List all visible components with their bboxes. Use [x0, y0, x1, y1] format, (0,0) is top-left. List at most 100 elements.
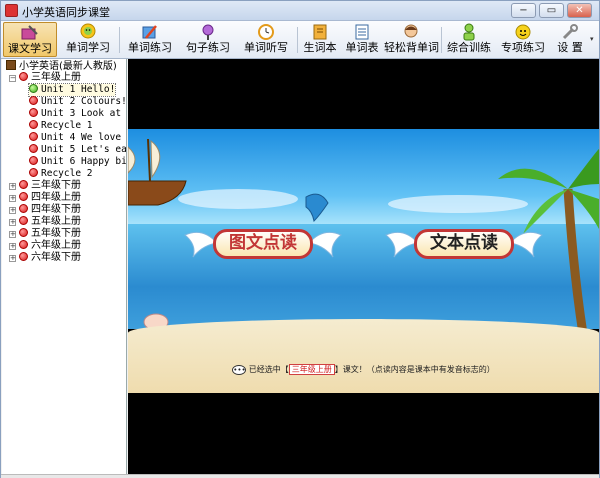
selection-status: ••• 已经选中【 三年级上册 】课文！（点读内容是课本中有发音标志的） — [128, 364, 599, 375]
expand-toggle-icon[interactable]: + — [9, 195, 16, 202]
sand-background — [128, 319, 599, 393]
toolbar-lesson-study[interactable]: 课文学习 — [3, 22, 57, 57]
toolbar-label: 单词学习 — [66, 41, 110, 54]
tree-node-label: Unit 5 Let's eat — [41, 144, 127, 155]
tree-grade-4a[interactable]: 四年级上册 — [19, 192, 81, 204]
tree-node-label: 四年级下册 — [31, 204, 81, 215]
toolbar-comprehensive-training[interactable]: 综合训练 — [444, 22, 494, 57]
person-icon — [463, 23, 475, 41]
unit-ball-icon — [29, 168, 38, 177]
text-reading-button[interactable]: 文本点读 — [414, 229, 514, 259]
book-pen-icon — [21, 25, 38, 40]
expand-toggle-icon[interactable]: + — [9, 231, 16, 238]
tree-node-label: Recycle 1 — [41, 120, 93, 131]
toolbar-label: 生词本 — [303, 41, 337, 54]
unit-ball-icon — [29, 96, 38, 105]
tree-node-label: 五年级下册 — [31, 228, 81, 239]
dolphin-icon — [305, 193, 329, 223]
toolbar-word-list[interactable]: 单词表 — [342, 22, 382, 57]
toolbar-label: 轻松背单词 — [384, 41, 439, 54]
tree-grade-3b[interactable]: 三年级下册 — [19, 180, 81, 192]
app-logo-icon — [5, 4, 18, 17]
window-title: 小学英语同步课堂 — [22, 6, 110, 19]
tree-node-label: 三年级下册 — [31, 180, 81, 191]
tree-node-label: Unit 2 Colours! — [41, 96, 127, 107]
beach-scene: 图文点读 文本点读 ••• 已经选中【 三年级上册 】课文！（点读内容是课本中有发音… — [128, 129, 599, 393]
tree-node-label: Unit 6 Happy bir — [41, 156, 127, 167]
minimize-button[interactable]: − — [511, 3, 536, 18]
expand-toggle-icon[interactable]: + — [9, 219, 16, 226]
unit-ball-icon — [29, 132, 38, 141]
tree-unit-1[interactable]: Unit 1 Hello! — [27, 83, 117, 97]
toolbar-overflow-icon[interactable]: ▾ — [590, 35, 594, 43]
tree-unit-3[interactable]: Unit 3 Look at m — [29, 108, 127, 120]
toolbar-divider — [297, 27, 298, 53]
tree-grade-6a[interactable]: 六年级上册 — [19, 240, 81, 252]
trophy-face-icon — [515, 24, 531, 40]
tree-grade-3a[interactable]: 三年级上册 — [19, 72, 81, 84]
unit-ball-icon — [29, 156, 38, 165]
tree-unit-2[interactable]: Unit 2 Colours! — [29, 96, 127, 108]
selected-ball-icon — [29, 84, 38, 93]
tree-node-label: Unit 4 We love a — [41, 132, 127, 143]
flower-face-icon — [80, 23, 96, 39]
toolbar-label: 专项练习 — [501, 41, 545, 54]
tree-node-label: 五年级上册 — [31, 216, 81, 227]
tree-unit-6[interactable]: Unit 6 Happy bir — [29, 156, 127, 168]
toolbar-label: 句子练习 — [186, 41, 230, 54]
toolbar-word-study[interactable]: 单词学习 — [61, 22, 115, 57]
toolbar-word-practice[interactable]: 单词练习 — [123, 22, 177, 57]
tree-node-label: 六年级下册 — [31, 252, 81, 263]
magic-wand-icon — [202, 24, 214, 40]
grade-ball-icon — [19, 72, 28, 81]
close-button[interactable]: ✕ — [567, 3, 592, 18]
speech-bubble-icon: ••• — [232, 364, 247, 375]
pirate-ship-icon — [128, 138, 187, 206]
tree-node-label: 四年级上册 — [31, 192, 81, 203]
tree-grade-5a[interactable]: 五年级上册 — [19, 216, 81, 228]
toolbar-settings[interactable]: 设 置 — [552, 22, 588, 57]
cloud-decoration — [178, 189, 528, 213]
expand-toggle-icon[interactable]: + — [9, 183, 16, 190]
tree-grade-4b[interactable]: 四年级下册 — [19, 204, 81, 216]
expand-toggle-icon[interactable]: + — [9, 255, 16, 262]
tree-recycle-1[interactable]: Recycle 1 — [29, 120, 92, 132]
tree-unit-4[interactable]: Unit 4 We love a — [29, 132, 127, 144]
toolbar-new-words[interactable]: 生词本 — [300, 22, 340, 57]
grade-ball-icon — [19, 252, 28, 261]
tree-recycle-2[interactable]: Recycle 2 — [29, 168, 92, 180]
grade-ball-icon — [19, 180, 28, 189]
tree-grade-5b[interactable]: 五年级下册 — [19, 228, 81, 240]
toolbar-label: 单词表 — [345, 41, 379, 54]
toolbar-label: 设 置 — [557, 41, 583, 54]
picture-reading-button[interactable]: 图文点读 — [213, 229, 313, 259]
toolbar-label: 课文学习 — [8, 42, 52, 55]
collapse-toggle-icon[interactable]: − — [9, 75, 16, 82]
tree-node-label: Recycle 2 — [41, 168, 93, 179]
tree-node-label: Unit 3 Look at m — [41, 108, 127, 119]
toolbar-easy-memorize[interactable]: 轻松背单词 — [384, 22, 439, 57]
unit-ball-icon — [29, 120, 38, 129]
clock-icon — [258, 24, 274, 40]
tree-node-label: Unit 1 Hello! — [41, 84, 116, 95]
expand-toggle-icon[interactable]: + — [9, 243, 16, 250]
tree-grade-6b[interactable]: 六年级下册 — [19, 252, 81, 264]
status-selected-grade: 三年级上册 — [288, 364, 335, 375]
content-panel: 图文点读 文本点读 ••• 已经选中【 三年级上册 】课文！（点读内容是课本中有发音… — [128, 59, 599, 474]
main-toolbar: 课文学习 单词学习 单词练习 句子练习 单词听写 生词本 单词表 轻松背单词 综… — [1, 21, 599, 59]
toolbar-label: 综合训练 — [447, 41, 491, 54]
toolbar-divider — [441, 27, 442, 53]
tree-unit-5[interactable]: Unit 5 Let's eat — [29, 144, 127, 156]
toolbar-sentence-practice[interactable]: 句子练习 — [181, 22, 235, 57]
expand-toggle-icon[interactable]: + — [9, 207, 16, 214]
toolbar-word-dictation[interactable]: 单词听写 — [239, 22, 293, 57]
maximize-button[interactable]: ▭ — [539, 3, 564, 18]
grade-ball-icon — [19, 204, 28, 213]
grade-ball-icon — [19, 228, 28, 237]
toolbar-special-practice[interactable]: 专项练习 — [498, 22, 548, 57]
toolbar-divider — [119, 27, 120, 53]
title-bar[interactable]: 小学英语同步课堂 − ▭ ✕ — [1, 1, 599, 21]
wrench-icon — [562, 24, 578, 40]
unit-ball-icon — [29, 144, 38, 153]
tree-root-label: 小学英语(最新人教版) — [19, 61, 117, 72]
